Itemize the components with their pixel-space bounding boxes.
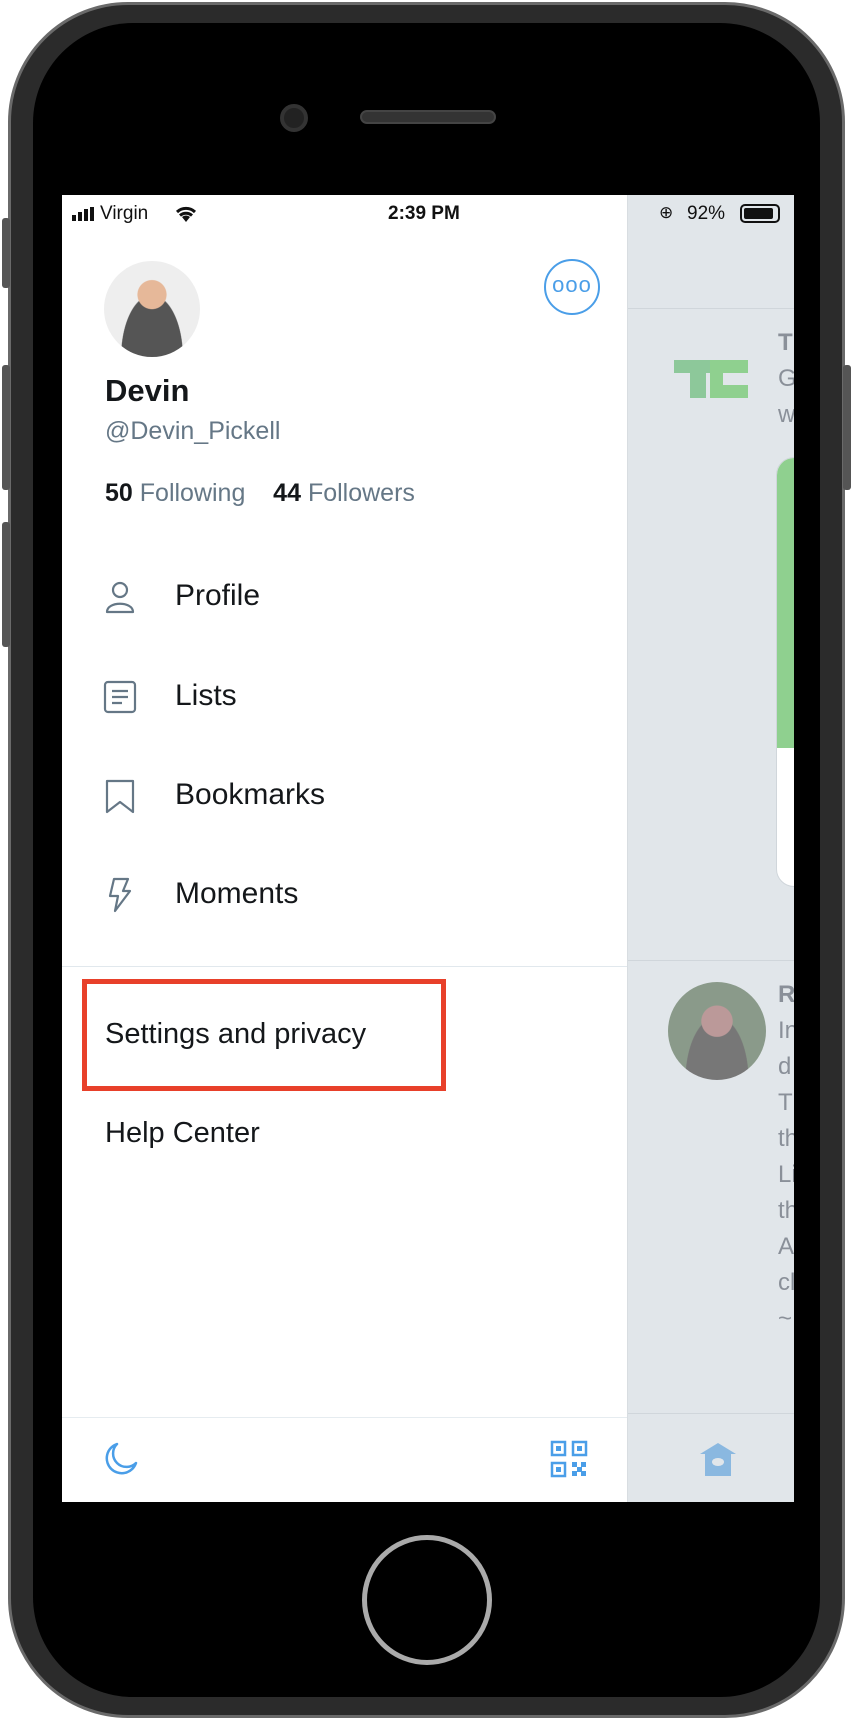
camera xyxy=(280,104,308,132)
tweet-text: R In d T th Li th A cl ~ xyxy=(778,981,794,1332)
more-horizontal-icon: ooo xyxy=(552,272,592,297)
volume-down-button xyxy=(2,522,10,647)
menu-item-moments[interactable]: Moments xyxy=(62,859,627,929)
wifi-icon xyxy=(175,206,197,222)
tweet-card[interactable] xyxy=(776,457,794,887)
moon-icon[interactable] xyxy=(102,1440,140,1478)
profile-name[interactable]: Devin xyxy=(105,373,189,409)
mute-switch xyxy=(2,218,10,288)
techcrunch-logo xyxy=(674,360,748,398)
follow-stats: 50 Following 44 Followers xyxy=(105,479,415,508)
clock: 2:39 PM xyxy=(388,203,460,224)
qr-code-icon[interactable] xyxy=(550,1440,588,1478)
drawer-bottom-bar xyxy=(62,1417,627,1502)
highlight-box xyxy=(82,979,446,1091)
avatar[interactable] xyxy=(668,982,766,1080)
battery-icon xyxy=(740,204,780,223)
background-timeline: T G w R In d T th Li th A cl ~ xyxy=(627,195,794,1502)
following-link[interactable]: 50 Following xyxy=(105,479,245,507)
volume-up-button xyxy=(2,365,10,490)
menu-divider xyxy=(62,966,627,967)
menu-label: Profile xyxy=(175,579,261,612)
menu-item-profile[interactable]: Profile xyxy=(62,561,627,631)
profile-handle: @Devin_Pickell xyxy=(105,417,281,445)
menu-item-lists[interactable]: Lists xyxy=(62,661,627,731)
divider xyxy=(628,1413,794,1414)
divider xyxy=(628,308,794,309)
orientation-lock-icon: ⊕ xyxy=(659,203,674,222)
more-options-button[interactable]: ooo xyxy=(544,259,600,315)
power-button xyxy=(843,365,851,490)
speaker xyxy=(360,110,496,124)
menu-label: Lists xyxy=(175,679,237,712)
carrier: Virgin xyxy=(100,203,149,224)
home-button[interactable] xyxy=(362,1535,492,1665)
divider xyxy=(628,960,794,961)
person-icon xyxy=(105,581,135,614)
followers-link[interactable]: 44 Followers xyxy=(273,479,415,507)
lightning-icon xyxy=(108,877,132,913)
tweet-text: T G w xyxy=(778,329,794,428)
home-icon[interactable] xyxy=(698,1440,738,1480)
help-center-link[interactable]: Help Center xyxy=(105,1117,260,1150)
menu-label: Moments xyxy=(175,877,299,910)
menu-item-bookmarks[interactable]: Bookmarks xyxy=(62,760,627,830)
status-bar: Virgin 2:39 PM ⊕ 92% xyxy=(62,195,794,231)
list-icon xyxy=(103,680,137,714)
bookmark-icon xyxy=(105,779,135,814)
signal-icon xyxy=(72,207,94,221)
screen: T G w R In d T th Li th A cl ~ Virgin 2:… xyxy=(62,195,794,1502)
profile-avatar[interactable] xyxy=(104,261,200,357)
menu-label: Bookmarks xyxy=(175,778,326,811)
battery-percent: 92% xyxy=(687,203,726,224)
